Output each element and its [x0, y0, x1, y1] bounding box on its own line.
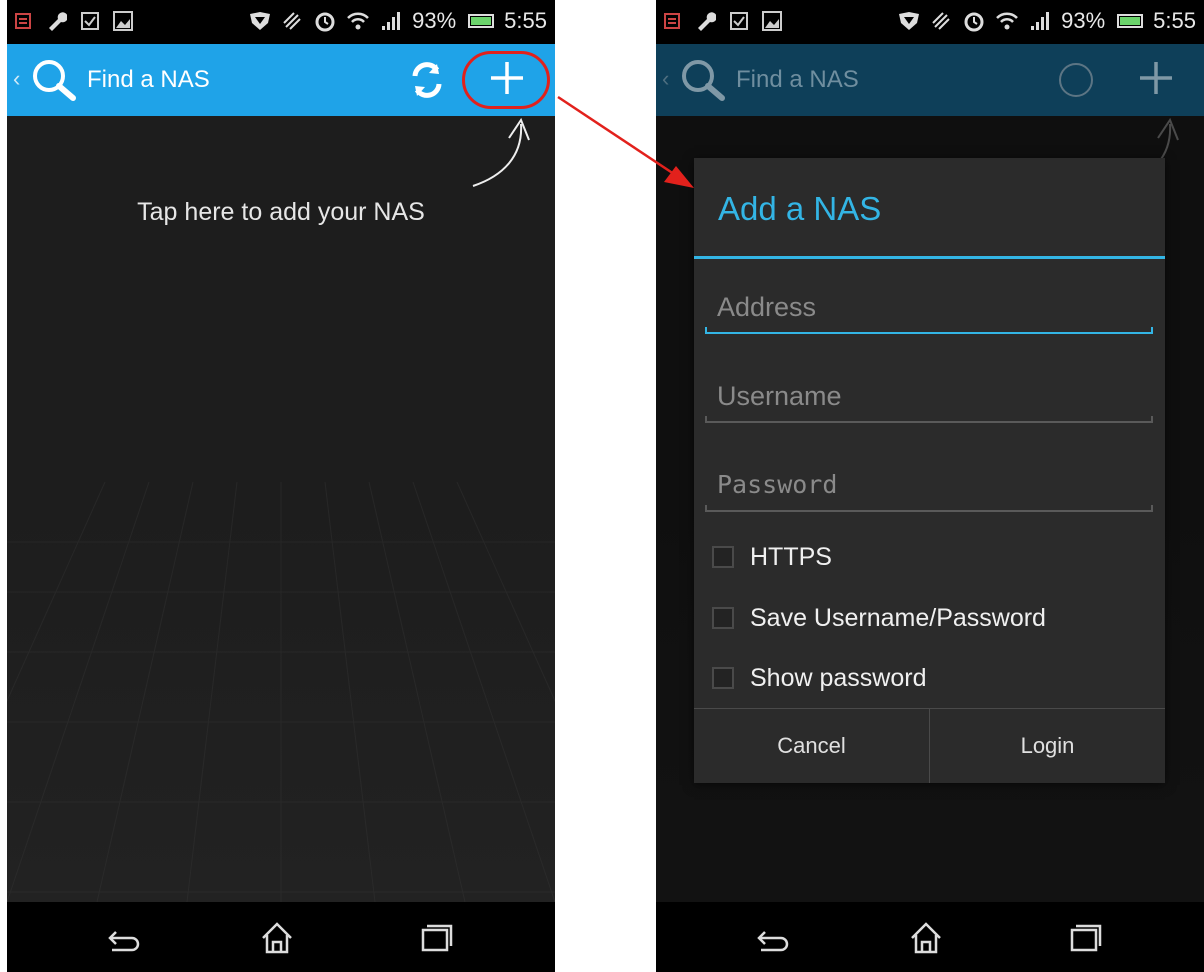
connector-arrow — [557, 95, 694, 188]
